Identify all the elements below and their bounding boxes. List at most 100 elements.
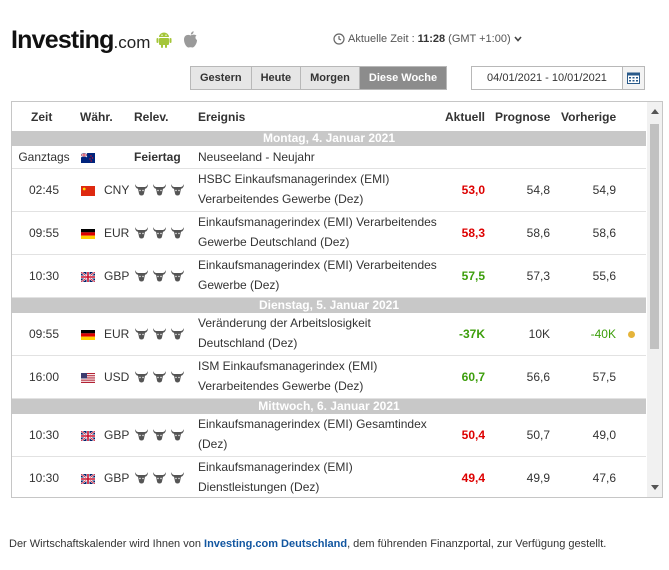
event-name-line1: Einkaufsmanagerindex (EMI) Gesamtindex (198, 417, 427, 431)
chevron-down-icon (514, 36, 522, 42)
relevance-bulls (134, 370, 185, 383)
clock-label: Aktuelle Zeit : (348, 33, 415, 45)
event-name[interactable]: Einkaufsmanagerindex (EMI) Verarbeitende… (198, 212, 443, 252)
event-actual: 58,3 (461, 226, 485, 240)
clock-time: 11:28 (417, 33, 446, 45)
tab-diese-woche[interactable]: Diese Woche (359, 67, 447, 89)
event-name[interactable]: Einkaufsmanagerindex (EMI) Verarbeitende… (198, 255, 443, 295)
col-currency: Währ. (80, 110, 113, 124)
event-name-line2: Deutschland (Dez) (198, 336, 298, 350)
revision-dot-icon (628, 331, 635, 338)
apple-icon[interactable] (182, 30, 199, 49)
clock-timezone: (GMT +1:00) (448, 33, 511, 45)
event-actual: 50,4 (461, 428, 485, 442)
footer-note: Der Wirtschaftskalender wird Ihnen von I… (9, 538, 606, 550)
col-time: Zeit (31, 110, 53, 124)
footer-link[interactable]: Investing.com Deutschland (204, 538, 347, 550)
event-name[interactable]: Einkaufsmanagerindex (EMI) Dienstleistung… (198, 457, 443, 497)
tab-gestern[interactable]: Gestern (191, 67, 252, 89)
event-forecast: 54,8 (526, 183, 550, 197)
flag-icon-gb (80, 430, 96, 442)
table-header: Zeit Währ. Relev. Ereignis Aktuell Progn… (12, 102, 646, 131)
day-header: Montag, 4. Januar 2021 (12, 131, 646, 146)
event-previous: -40K (590, 327, 616, 341)
event-forecast: 57,3 (526, 269, 550, 283)
event-row[interactable]: 02:45 CNY HSBC Einkaufsmanagerindex (EMI) V… (12, 169, 646, 212)
event-currency: GBP (104, 428, 130, 442)
col-actual: Aktuell (445, 110, 486, 124)
event-name-line1: Einkaufsmanagerindex (EMI) Verarbeitende… (198, 215, 437, 229)
event-row[interactable]: 10:30 GBP Einkaufsmanagerindex (EMI) Dienst… (12, 457, 646, 497)
scroll-up-arrow-icon[interactable] (651, 109, 659, 114)
calendar-icon[interactable] (622, 67, 644, 89)
logo-main: Investing (11, 26, 114, 54)
flag-icon-de (81, 329, 95, 340)
col-event: Ereignis (198, 110, 246, 124)
investing-logo[interactable]: Investing.com (11, 25, 150, 58)
tab-heute[interactable]: Heute (251, 67, 302, 89)
event-previous: 54,9 (592, 183, 616, 197)
event-name-line2: (Dez) (198, 437, 228, 451)
period-tabs: Gestern Heute Morgen Diese Woche (190, 66, 448, 90)
event-name[interactable]: HSBC Einkaufsmanagerindex (EMI) Verarbeit… (198, 169, 443, 209)
event-actual: 53,0 (461, 183, 485, 197)
clock-icon (333, 33, 345, 45)
relevance-bulls (134, 226, 185, 239)
event-forecast: 10K (528, 327, 550, 341)
event-previous: 55,6 (592, 269, 616, 283)
date-range-value: 04/01/2021 - 10/01/2021 (487, 72, 607, 84)
event-time: 09:55 (28, 226, 60, 240)
day-header: Mittwoch, 6. Januar 2021 (12, 399, 646, 414)
col-forecast: Prognose (495, 110, 551, 124)
event-row[interactable]: Ganztags Feiertag Neuseeland - Neujahr (12, 146, 646, 169)
android-icon[interactable] (155, 31, 173, 49)
event-previous: 49,0 (592, 428, 616, 442)
event-forecast: 50,7 (526, 428, 550, 442)
event-row[interactable]: 10:30 GBP Einkaufsmanagerindex (EMI) Gesam… (12, 414, 646, 457)
event-name[interactable]: ISM Einkaufsmanagerindex (EMI) Verarbeite… (198, 356, 443, 396)
event-row[interactable]: 09:55 EUR Veränderung der Arbeitslosigkeit… (12, 313, 646, 356)
flag-icon-cn (81, 185, 95, 196)
event-name-line1: Einkaufsmanagerindex (EMI) Verarbeitende… (198, 258, 437, 272)
event-previous: 57,5 (592, 370, 616, 384)
relevance-bulls (134, 183, 185, 196)
event-name[interactable]: Veränderung der Arbeitslosigkeit Deutschl… (198, 313, 443, 353)
flag-icon-nz (80, 152, 95, 163)
footer-suffix: , dem führenden Finanzportal, zur Verfüg… (347, 538, 607, 550)
tab-morgen[interactable]: Morgen (301, 67, 360, 89)
col-previous: Vorherige (561, 110, 617, 124)
event-currency: USD (104, 370, 130, 384)
calendar-table: Zeit Währ. Relev. Ereignis Aktuell Progn… (11, 101, 663, 498)
event-actual: 60,7 (461, 370, 485, 384)
event-forecast: 58,6 (526, 226, 550, 240)
event-actual: 49,4 (461, 471, 485, 485)
event-time: 10:30 (28, 471, 60, 485)
date-range-picker[interactable]: 04/01/2021 - 10/01/2021 (471, 66, 645, 90)
header: Investing.com Aktuelle Zeit : 11:28 (GMT… (0, 0, 669, 60)
event-name-line1: HSBC Einkaufsmanagerindex (EMI) (198, 172, 390, 186)
event-time: 16:00 (28, 370, 60, 384)
event-name-line1: Einkaufsmanagerindex (EMI) (198, 460, 353, 474)
clock[interactable]: Aktuelle Zeit : 11:28 (GMT +1:00) (333, 33, 522, 45)
event-time: 02:45 (28, 183, 60, 197)
relevance-bulls (134, 428, 185, 441)
event-name-line2: Dienstleistungen (Dez) (198, 480, 320, 494)
event-currency: GBP (104, 471, 130, 485)
event-row[interactable]: 10:30 GBP Einkaufsmanagerindex (EMI) Verar… (12, 255, 646, 298)
event-row[interactable]: 09:55 EUR Einkaufsmanagerindex (EMI) Verar… (12, 212, 646, 255)
event-previous: 47,6 (592, 471, 616, 485)
event-previous: 58,6 (592, 226, 616, 240)
event-name-line1: ISM Einkaufsmanagerindex (EMI) (198, 359, 378, 373)
event-row[interactable]: 16:00 USD ISM Einkaufsmanagerindex (EMI) Ve… (12, 356, 646, 399)
flag-icon-de (81, 228, 95, 239)
event-name-line2: Verarbeitendes Gewerbe (Dez) (198, 379, 364, 393)
flag-icon-us (81, 372, 95, 383)
event-name[interactable]: Einkaufsmanagerindex (EMI) Gesamtindex (D… (198, 414, 443, 454)
scroll-down-arrow-icon[interactable] (651, 485, 659, 490)
vertical-scrollbar[interactable] (647, 102, 662, 497)
relevance-bulls (134, 269, 185, 282)
event-time: 09:55 (28, 327, 60, 341)
scrollbar-thumb[interactable] (650, 124, 659, 349)
event-name[interactable]: Neuseeland - Neujahr (198, 147, 443, 167)
event-name-line1: Neuseeland - Neujahr (198, 150, 315, 164)
